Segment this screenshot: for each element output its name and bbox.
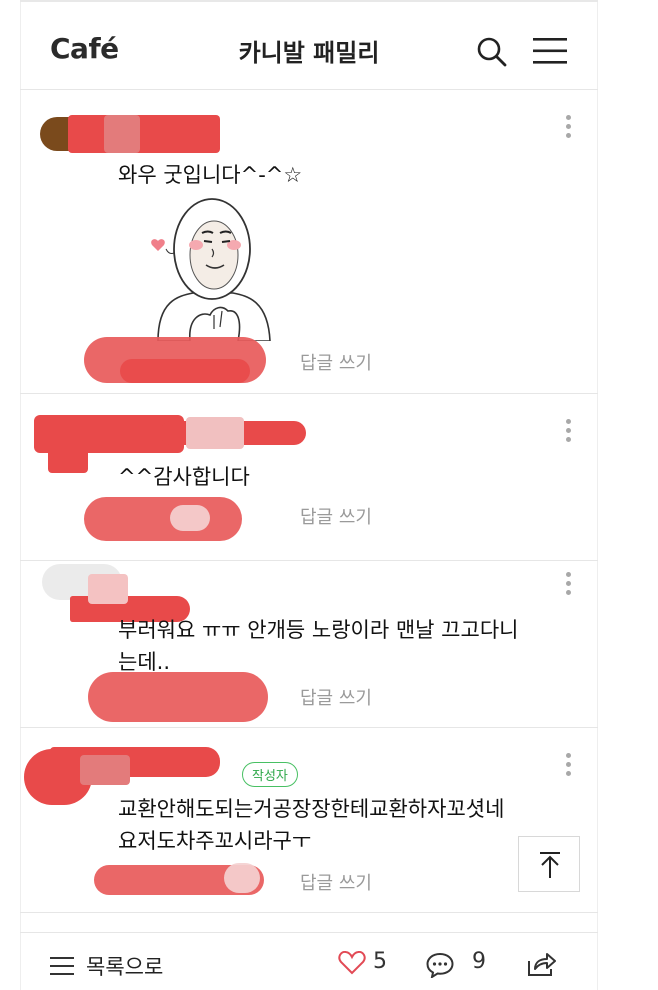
reply-button[interactable]: 답글 쓰기	[300, 503, 372, 529]
comment-text-line: 교환안해도되는거공장장한테교환하자꼬셧네	[118, 797, 505, 821]
arrow-up-icon	[540, 852, 560, 878]
comment-text: ^^감사합니다	[118, 465, 250, 489]
more-options-icon[interactable]	[566, 419, 572, 447]
reply-button[interactable]: 답글 쓰기	[300, 349, 372, 375]
redacted-author	[50, 747, 220, 777]
comment-count: 9	[472, 949, 486, 974]
speech-bubble-icon	[426, 952, 454, 978]
share-icon[interactable]	[526, 951, 556, 977]
redacted-date	[224, 863, 260, 893]
redaction-overlay	[104, 115, 140, 153]
like-count: 5	[373, 949, 387, 974]
list-icon	[50, 957, 74, 975]
reply-button[interactable]: 답글 쓰기	[300, 869, 372, 895]
comment-text: 부러워요 ㅠㅠ 안개등 노랑이라 맨날 끄고다니 는데..	[118, 614, 578, 678]
redaction-overlay	[88, 574, 128, 604]
comment-item: 작성자 교환안해도되는거공장장한테교환하자꼬셧네 요저도차주꼬시라구ㅜ 답글 쓰…	[20, 729, 598, 913]
search-icon[interactable]	[476, 36, 508, 68]
heart-icon	[338, 951, 366, 975]
comment-text: 와우 굿입니다^-^☆	[118, 163, 303, 187]
redacted-author	[48, 443, 88, 473]
comment-item: 와우 굿입니다^-^☆ 답글 쓰기	[20, 91, 598, 394]
redacted-date	[88, 672, 268, 722]
menu-icon[interactable]	[533, 37, 567, 65]
bottom-bar: 목록으로 5 9	[20, 932, 598, 990]
redaction-overlay	[186, 417, 244, 449]
heart-hands-sticker-icon	[151, 198, 271, 341]
redacted-date	[170, 505, 210, 531]
redacted-date	[120, 359, 250, 383]
comment-item: 부러워요 ㅠㅠ 안개등 노랑이라 맨날 끄고다니 는데.. 답글 쓰기	[20, 562, 598, 728]
redaction-overlay	[80, 755, 130, 785]
back-to-list-button[interactable]: 목록으로	[50, 951, 163, 981]
app-header: Café 카니발 패밀리	[20, 0, 598, 90]
redacted-date	[84, 497, 242, 541]
more-options-icon[interactable]	[566, 115, 572, 143]
cafe-title[interactable]: 카니발 패밀리	[20, 33, 598, 68]
comment-text-line: 요저도차주꼬시라구ㅜ	[118, 829, 312, 853]
more-options-icon[interactable]	[566, 572, 572, 600]
more-options-icon[interactable]	[566, 753, 572, 781]
list-label: 목록으로	[86, 955, 164, 979]
comment-text: 교환안해도되는거공장장한테교환하자꼬셧네 요저도차주꼬시라구ㅜ	[118, 793, 578, 857]
comment-item: ^^감사합니다 답글 쓰기	[20, 395, 598, 561]
redacted-author	[68, 115, 220, 153]
scroll-to-top-button[interactable]	[518, 836, 580, 892]
reply-button[interactable]: 답글 쓰기	[300, 684, 372, 710]
author-badge: 작성자	[242, 762, 298, 787]
comment-text-line: 부러워요 ㅠㅠ 안개등 노랑이라 맨날 끄고다니	[118, 618, 519, 642]
